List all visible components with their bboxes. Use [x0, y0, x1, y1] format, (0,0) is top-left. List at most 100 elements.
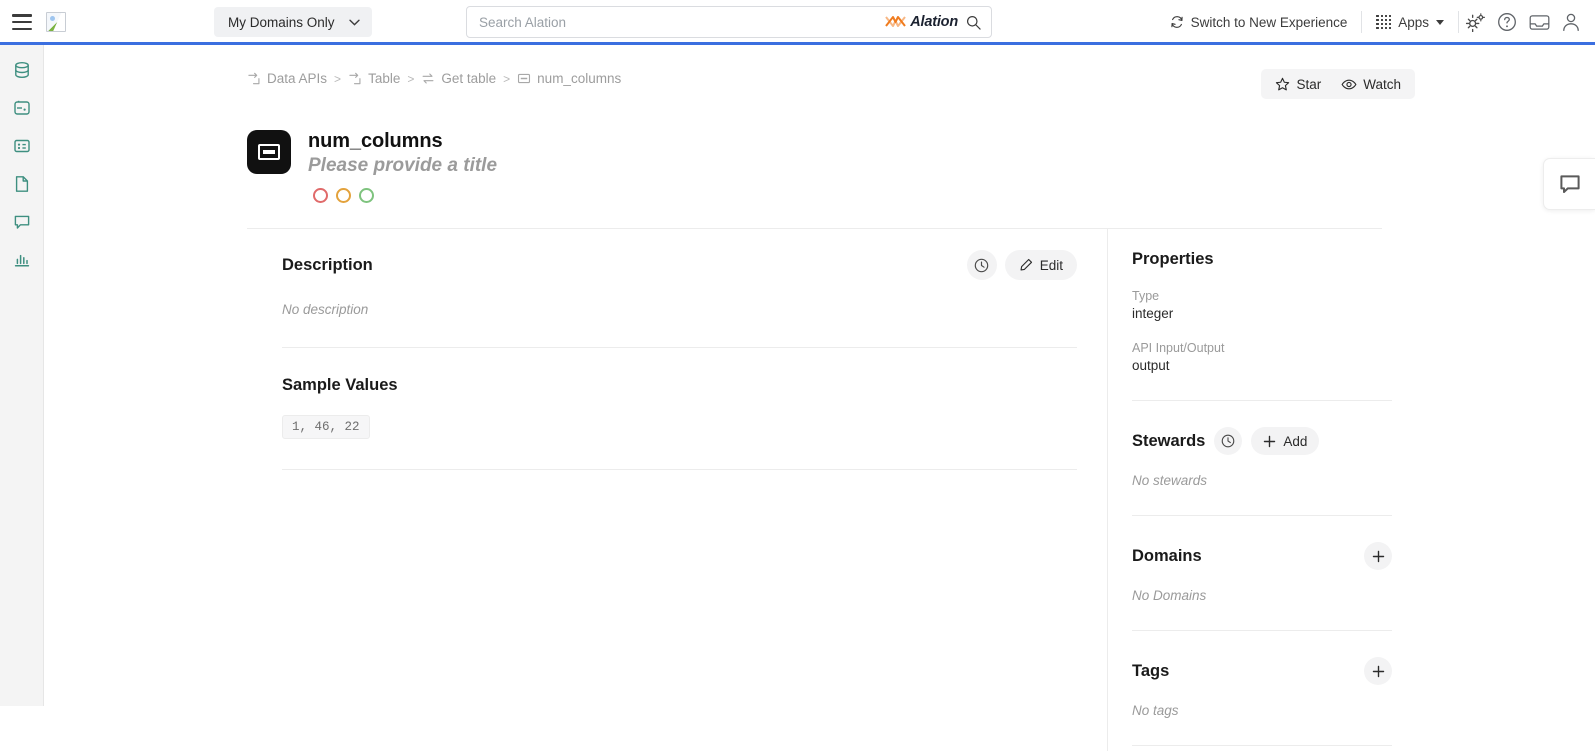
- edit-description-button[interactable]: Edit: [1004, 250, 1077, 280]
- stewards-empty-text: No stewards: [1132, 473, 1208, 488]
- column-icon: [517, 72, 531, 85]
- domains-divider: [1132, 630, 1392, 631]
- breadcrumb: Data APIs > Table > Get table > num_colu…: [247, 71, 621, 86]
- column-object-icon: [247, 130, 291, 174]
- plus-icon: [1372, 550, 1384, 562]
- tags-section: Tags No tags: [1132, 657, 1392, 746]
- api-icon: [247, 72, 261, 85]
- add-steward-button[interactable]: Add: [1251, 427, 1320, 455]
- domains-title: Domains: [1132, 546, 1202, 565]
- left-sidebar-rail: [0, 45, 44, 706]
- stewards-history-icon[interactable]: [1214, 427, 1243, 455]
- database-icon: [14, 61, 29, 79]
- edit-label: Edit: [1039, 257, 1063, 273]
- star-outline-icon: [1275, 77, 1290, 92]
- sample-values-divider: [282, 469, 1077, 470]
- refresh-icon: [1170, 15, 1184, 29]
- breadcrumb-separator: >: [334, 71, 342, 86]
- endorsement-flag-warning[interactable]: [336, 188, 351, 203]
- caret-down-icon: [1436, 19, 1444, 25]
- alation-mark-icon: [885, 16, 907, 27]
- stewards-header: Stewards Add: [1132, 427, 1392, 455]
- domains-header: Domains: [1132, 542, 1392, 570]
- sidebar-item-vault[interactable]: [7, 93, 37, 123]
- inbox-icon[interactable]: [1523, 6, 1555, 38]
- apps-label: Apps: [1398, 14, 1429, 30]
- property-label-api-io: API Input/Output: [1132, 341, 1225, 355]
- global-search-box[interactable]: Alation: [466, 6, 992, 38]
- endorsement-flag-endorsed[interactable]: [359, 188, 374, 203]
- sidebar-item-conversations[interactable]: [7, 207, 37, 237]
- main-content-area: Data APIs > Table > Get table > num_colu…: [45, 45, 1595, 751]
- sidebar-item-analytics[interactable]: [7, 245, 37, 275]
- document-icon: [15, 176, 28, 192]
- tags-title: Tags: [1132, 661, 1170, 680]
- settings-gear-icon[interactable]: [1459, 6, 1491, 38]
- page-title-block: num_columns Please provide a title: [247, 130, 497, 203]
- page-subtitle[interactable]: Please provide a title: [308, 155, 497, 177]
- endorsement-flags: [313, 188, 497, 203]
- sidebar-item-sources[interactable]: [7, 55, 37, 85]
- table-card-icon: [13, 139, 30, 153]
- switch-experience-button[interactable]: Switch to New Experience: [1156, 10, 1362, 34]
- tags-divider: [1132, 745, 1392, 746]
- api-icon: [348, 72, 362, 85]
- user-profile-icon[interactable]: [1555, 6, 1587, 38]
- breadcrumb-separator: >: [407, 71, 415, 86]
- chat-widget-button[interactable]: [1543, 158, 1595, 210]
- grid-apps-icon: [1376, 14, 1392, 30]
- chat-bubble-icon: [1559, 175, 1580, 193]
- clock-history-icon[interactable]: [966, 250, 997, 280]
- breadcrumb-label: Table: [368, 71, 401, 86]
- search-icon[interactable]: [966, 15, 991, 30]
- description-divider: [282, 347, 1077, 348]
- broken-image-icon: [46, 12, 66, 32]
- description-section-header: Description Edit: [282, 250, 1077, 280]
- content-column: Description Edit No description Sample V…: [282, 250, 1077, 470]
- description-title: Description: [282, 255, 373, 274]
- sidebar-item-catalog[interactable]: [7, 131, 37, 161]
- domain-filter-label: My Domains Only: [228, 14, 335, 30]
- add-tag-button[interactable]: [1364, 657, 1392, 685]
- pencil-icon: [1019, 258, 1033, 272]
- domain-filter-dropdown[interactable]: My Domains Only: [214, 7, 372, 37]
- title-divider: [247, 228, 1382, 229]
- sidebar-item-documents[interactable]: [7, 169, 37, 199]
- sample-values-title: Sample Values: [282, 376, 398, 394]
- plus-icon: [1372, 665, 1384, 677]
- hamburger-menu-icon[interactable]: [12, 14, 32, 30]
- endorsement-flag-deprecation[interactable]: [313, 188, 328, 203]
- properties-divider: [1132, 400, 1392, 401]
- tags-empty-text: No tags: [1132, 703, 1179, 718]
- alation-wordmark: Alation: [910, 14, 958, 30]
- stewards-title: Stewards: [1132, 431, 1206, 450]
- breadcrumb-separator: >: [503, 71, 511, 86]
- watch-label: Watch: [1363, 76, 1401, 92]
- watch-button[interactable]: Watch: [1333, 72, 1409, 96]
- star-button[interactable]: Star: [1267, 72, 1329, 96]
- sample-values-section-header: Sample Values: [282, 376, 1077, 395]
- domains-section: Domains No Domains: [1132, 542, 1392, 631]
- properties-header: Properties: [1132, 250, 1392, 269]
- breadcrumb-label: Data APIs: [267, 71, 328, 86]
- search-input[interactable]: [467, 7, 886, 37]
- breadcrumb-item-data-apis[interactable]: Data APIs: [247, 71, 327, 86]
- add-domain-button[interactable]: [1364, 542, 1392, 570]
- star-label: Star: [1296, 76, 1322, 92]
- plus-icon: [1263, 435, 1276, 448]
- lock-icon: [13, 100, 30, 115]
- property-value-api-io: output: [1132, 358, 1170, 373]
- bar-chart-icon: [14, 254, 29, 267]
- breadcrumb-item-table[interactable]: Table: [348, 71, 400, 86]
- alation-logo: Alation: [885, 14, 966, 30]
- properties-title: Properties: [1132, 250, 1214, 268]
- stewards-divider: [1132, 515, 1392, 516]
- properties-panel: Properties Type integer API Input/Output…: [1132, 250, 1392, 746]
- property-value-type: integer: [1132, 306, 1174, 321]
- breadcrumb-item-get-table[interactable]: Get table: [421, 71, 496, 86]
- breadcrumb-label: num_columns: [537, 71, 622, 86]
- help-question-icon[interactable]: [1491, 6, 1523, 38]
- apps-button[interactable]: Apps: [1362, 10, 1458, 34]
- description-actions: Edit: [966, 250, 1077, 280]
- breadcrumb-item-num-columns[interactable]: num_columns: [517, 71, 621, 86]
